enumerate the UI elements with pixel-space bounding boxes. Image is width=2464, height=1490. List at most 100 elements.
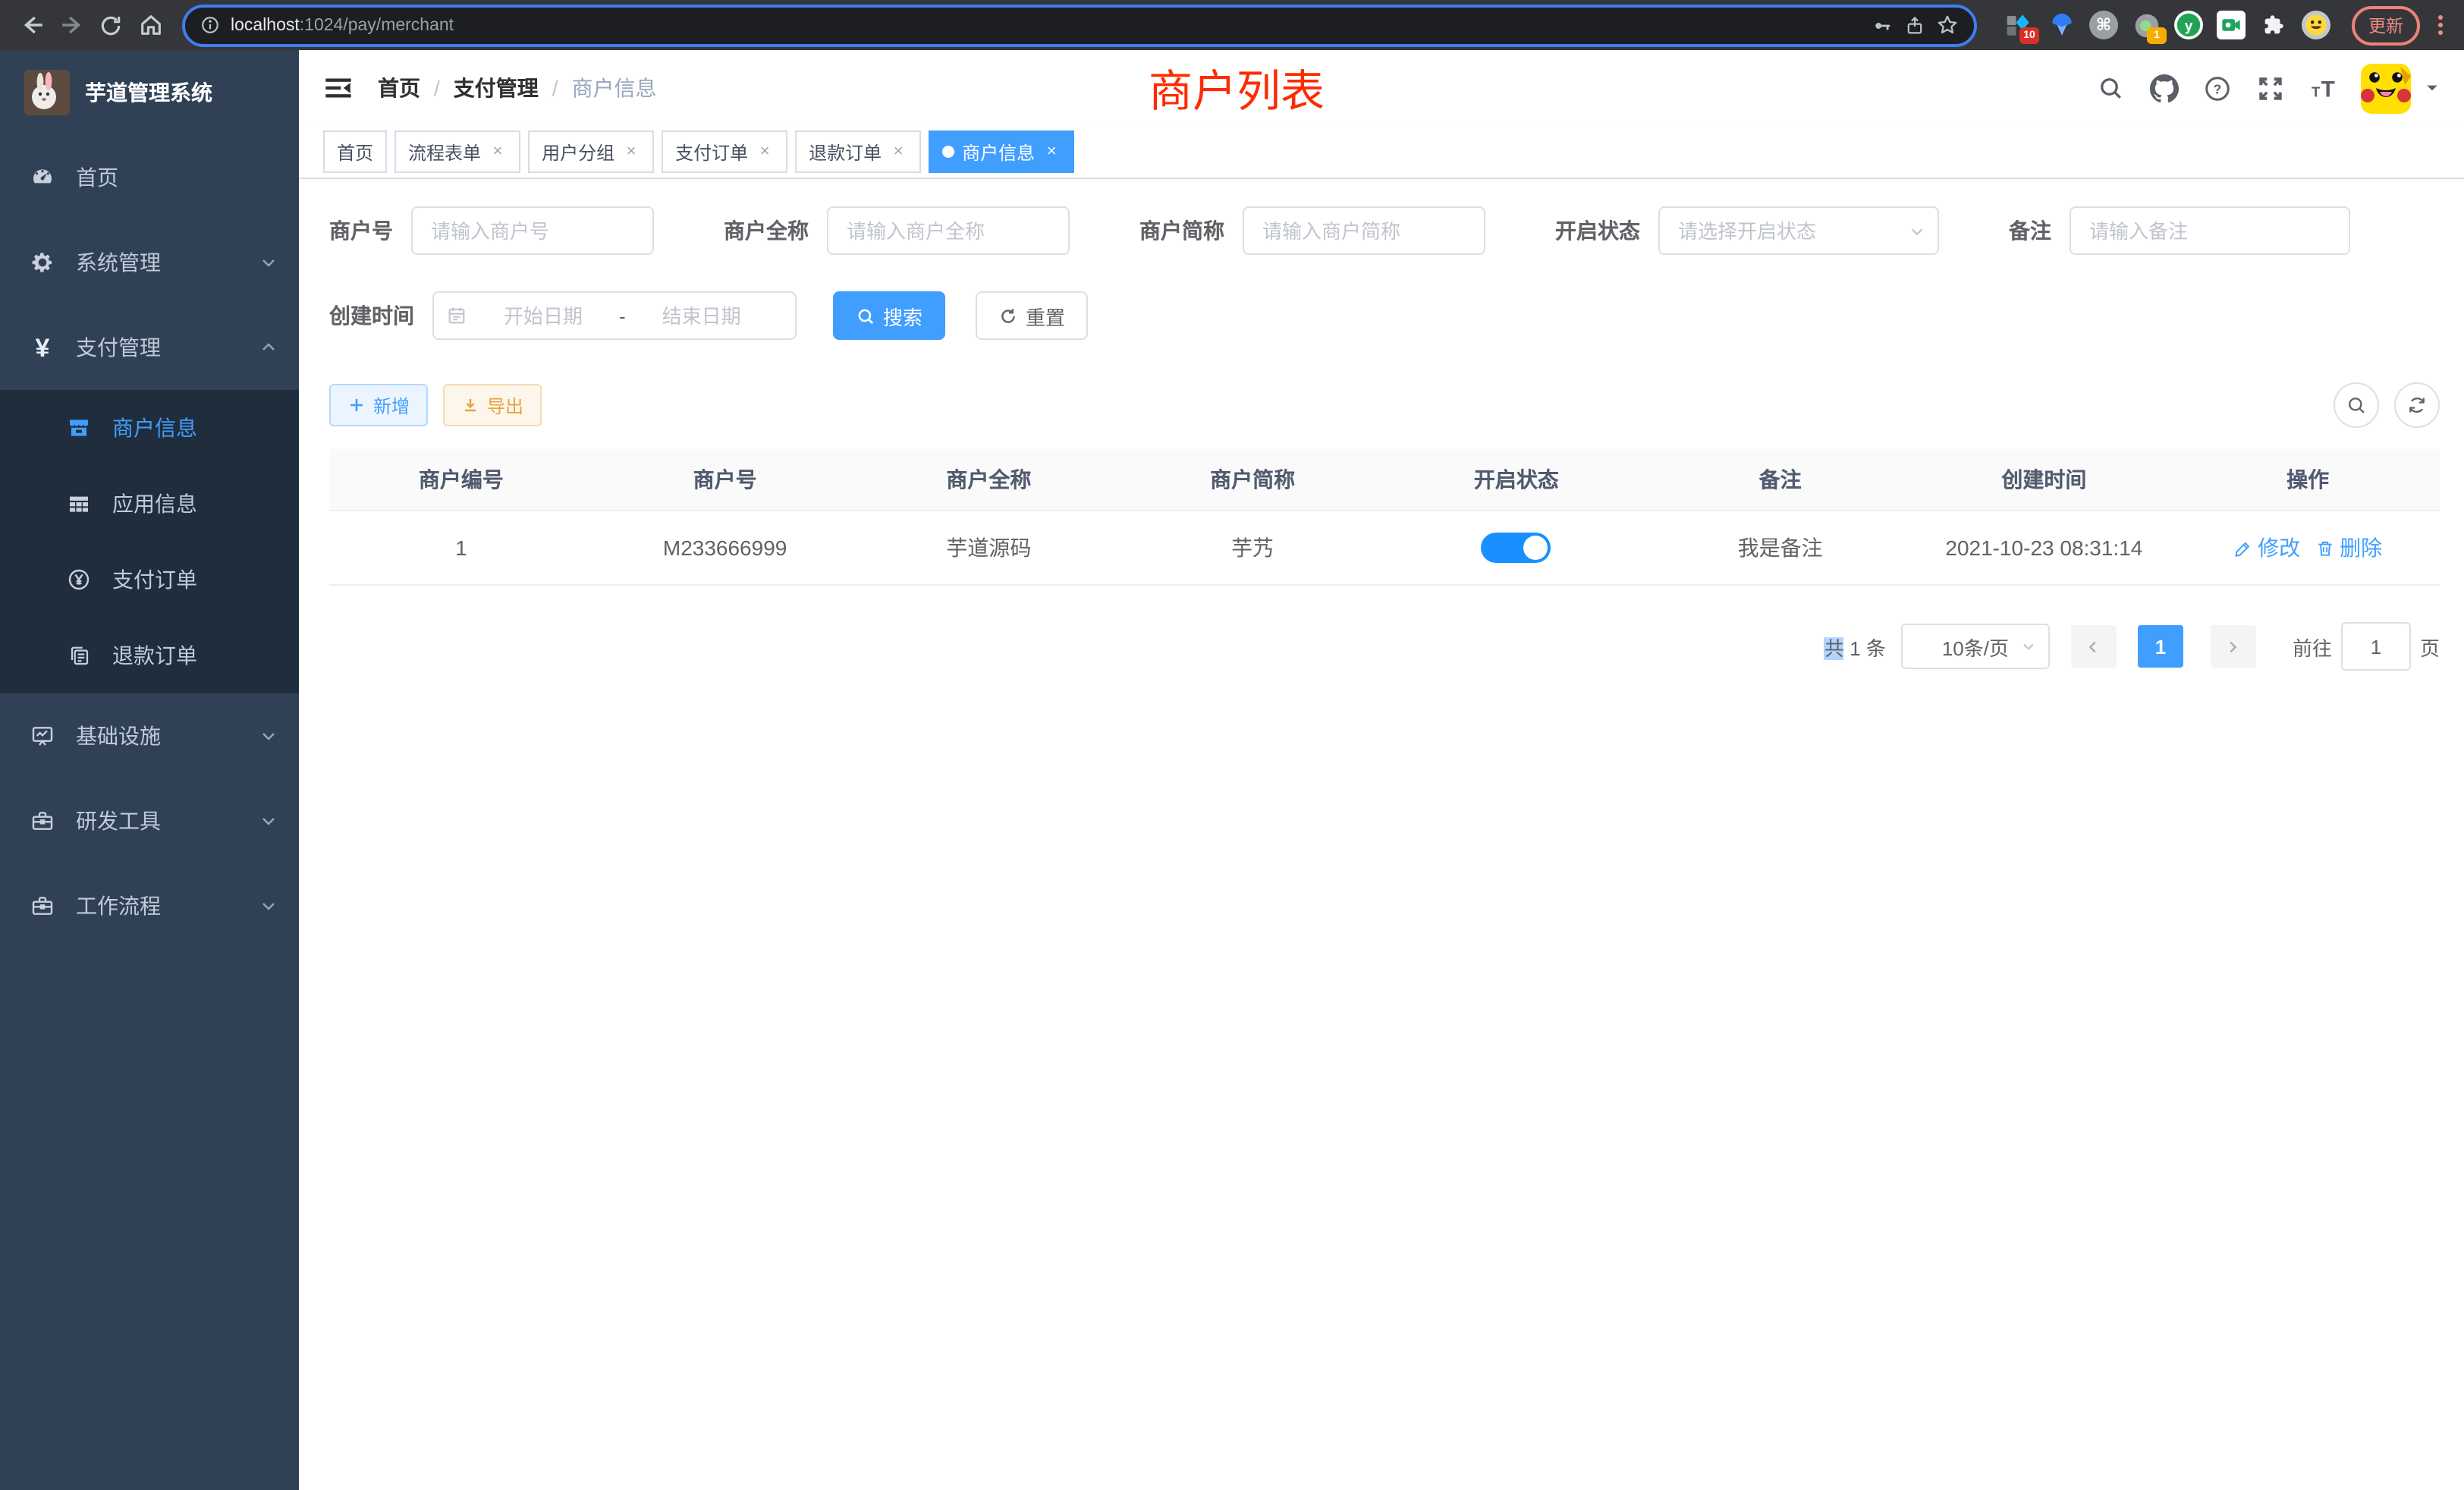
extensions-row: 10 ⌘ 1 y xyxy=(2004,11,2330,39)
url-bar[interactable]: localhost:1024/pay/merchant xyxy=(182,4,1977,46)
date-range-picker[interactable]: - xyxy=(432,291,797,340)
tab-merchant-info[interactable]: 商户信息× xyxy=(929,130,1074,173)
help-icon[interactable]: ? xyxy=(2202,73,2232,103)
add-button[interactable]: 新增 xyxy=(329,384,428,426)
main-area: 商户列表 首页 / 支付管理 / 商户信息 xyxy=(299,50,2464,1490)
ext-cmd-icon[interactable]: ⌘ xyxy=(2089,11,2118,39)
close-icon[interactable]: × xyxy=(622,143,640,161)
profile-emoji-icon[interactable] xyxy=(2302,11,2330,39)
forward-icon[interactable] xyxy=(55,8,88,42)
logo-image xyxy=(24,70,70,115)
edit-link[interactable]: 修改 xyxy=(2233,533,2300,563)
ext-y-icon[interactable]: y xyxy=(2174,11,2203,39)
browser-menu-icon[interactable] xyxy=(2438,15,2443,35)
font-size-icon[interactable]: TT xyxy=(2308,73,2338,103)
ext-grid-icon[interactable]: 10 xyxy=(2004,11,2033,39)
short-name-input[interactable] xyxy=(1243,206,1485,255)
password-key-icon[interactable] xyxy=(1872,14,1894,36)
site-info-icon[interactable] xyxy=(200,15,220,35)
extensions-puzzle-icon[interactable] xyxy=(2259,11,2288,39)
tab-refund-order[interactable]: 退款订单× xyxy=(795,130,921,173)
chevron-down-icon xyxy=(259,897,278,915)
svg-text:T: T xyxy=(2312,84,2320,100)
breadcrumb-home[interactable]: 首页 xyxy=(378,73,420,103)
sidebar-fold-icon[interactable] xyxy=(323,73,354,103)
sidebar-item-merchant-info[interactable]: 商户信息 xyxy=(0,390,299,466)
fullscreen-icon[interactable] xyxy=(2255,73,2285,103)
goto-page-input[interactable] xyxy=(2341,622,2411,671)
tags-view-bar: 首页 流程表单× 用户分组× 支付订单× 退款订单× 商户信息× xyxy=(299,126,2464,179)
start-date-input[interactable] xyxy=(476,303,610,328)
sidebar-item-workflow[interactable]: 工作流程 xyxy=(0,863,299,948)
sidebar-item-infra[interactable]: 基础设施 xyxy=(0,693,299,778)
share-icon[interactable] xyxy=(1904,14,1925,36)
user-avatar[interactable] xyxy=(2361,63,2411,113)
top-navbar: 首页 / 支付管理 / 商户信息 ? xyxy=(299,50,2464,126)
search-button[interactable]: 搜索 xyxy=(833,291,945,340)
ext-recorder-icon[interactable]: 1 xyxy=(2132,11,2161,39)
calendar-icon xyxy=(446,305,467,326)
browser-update-button[interactable]: 更新 xyxy=(2352,5,2420,45)
refresh-button[interactable] xyxy=(2394,382,2440,428)
next-page-button[interactable] xyxy=(2211,625,2256,668)
table-toolbar: 新增 导出 xyxy=(329,382,2440,428)
end-date-input[interactable] xyxy=(635,303,768,328)
sidebar-item-pay[interactable]: ¥ 支付管理 xyxy=(0,305,299,390)
tab-process-form[interactable]: 流程表单× xyxy=(394,130,520,173)
tab-home[interactable]: 首页 xyxy=(323,130,387,173)
status-select[interactable] xyxy=(1658,206,1939,255)
user-caret-icon[interactable] xyxy=(2425,80,2440,96)
merchant-no-input[interactable] xyxy=(411,206,654,255)
goto-suffix: 页 xyxy=(2420,632,2440,661)
tab-pay-order[interactable]: 支付订单× xyxy=(662,130,787,173)
table-header: 商户编号 商户号 商户全称 商户简称 开启状态 备注 创建时间 操作 xyxy=(329,449,2440,511)
toolbox-icon xyxy=(30,809,55,833)
sidebar-item-home[interactable]: 首页 xyxy=(0,135,299,220)
sidebar-item-pay-order[interactable]: 支付订单 xyxy=(0,542,299,618)
chevron-down-icon xyxy=(259,812,278,830)
monitor-chart-icon xyxy=(30,724,55,748)
breadcrumb-current: 商户信息 xyxy=(572,73,657,103)
active-dot xyxy=(942,146,954,158)
breadcrumb-pay[interactable]: 支付管理 xyxy=(454,73,539,103)
app-logo[interactable]: 芋道管理系统 xyxy=(0,50,299,135)
remark-input[interactable] xyxy=(2070,206,2350,255)
prev-page-button[interactable] xyxy=(2071,625,2117,668)
status-toggle[interactable] xyxy=(1482,533,1551,563)
svg-text:y: y xyxy=(2185,19,2193,35)
pagination: 共 1 条 10条/页 1 前往 xyxy=(329,622,2440,671)
close-icon[interactable]: × xyxy=(889,143,907,161)
reload-icon[interactable] xyxy=(94,8,127,42)
close-icon[interactable]: × xyxy=(489,143,507,161)
ext-paraglider-icon[interactable] xyxy=(2047,11,2076,39)
store-icon xyxy=(67,416,91,440)
full-name-input[interactable] xyxy=(827,206,1070,255)
close-icon[interactable]: × xyxy=(1042,143,1061,161)
ext-badge: 1 xyxy=(2147,27,2167,44)
export-button[interactable]: 导出 xyxy=(443,384,542,426)
filter-row-1: 商户号 商户全称 商户简称 开启状态 xyxy=(329,206,2440,255)
page-1-button[interactable]: 1 xyxy=(2138,625,2183,668)
merchant-no-label: 商户号 xyxy=(329,215,393,246)
bookmark-star-icon[interactable] xyxy=(1936,14,1959,36)
sidebar-item-devtools[interactable]: 研发工具 xyxy=(0,778,299,863)
toggle-search-button[interactable] xyxy=(2334,382,2379,428)
sidebar-item-refund-order[interactable]: 退款订单 xyxy=(0,618,299,693)
yen-icon: ¥ xyxy=(30,335,55,360)
delete-link[interactable]: 删除 xyxy=(2315,533,2382,563)
github-icon[interactable] xyxy=(2148,73,2179,103)
page-size-select[interactable]: 10条/页 xyxy=(1901,624,2050,669)
ext-meet-icon[interactable] xyxy=(2217,11,2246,39)
reset-button[interactable]: 重置 xyxy=(976,291,1088,340)
grid-table-icon xyxy=(67,492,91,516)
back-icon[interactable] xyxy=(15,8,49,42)
sidebar-item-system[interactable]: 系统管理 xyxy=(0,220,299,305)
page-content: 商户号 商户全称 商户简称 开启状态 xyxy=(299,179,2464,1490)
tab-user-group[interactable]: 用户分组× xyxy=(528,130,654,173)
chevron-down-icon xyxy=(259,727,278,745)
header-search-icon[interactable] xyxy=(2095,73,2126,103)
close-icon[interactable]: × xyxy=(756,143,774,161)
pay-submenu: 商户信息 应用信息 支付订单 xyxy=(0,390,299,693)
home-icon[interactable] xyxy=(134,8,167,42)
sidebar-item-app-info[interactable]: 应用信息 xyxy=(0,466,299,542)
